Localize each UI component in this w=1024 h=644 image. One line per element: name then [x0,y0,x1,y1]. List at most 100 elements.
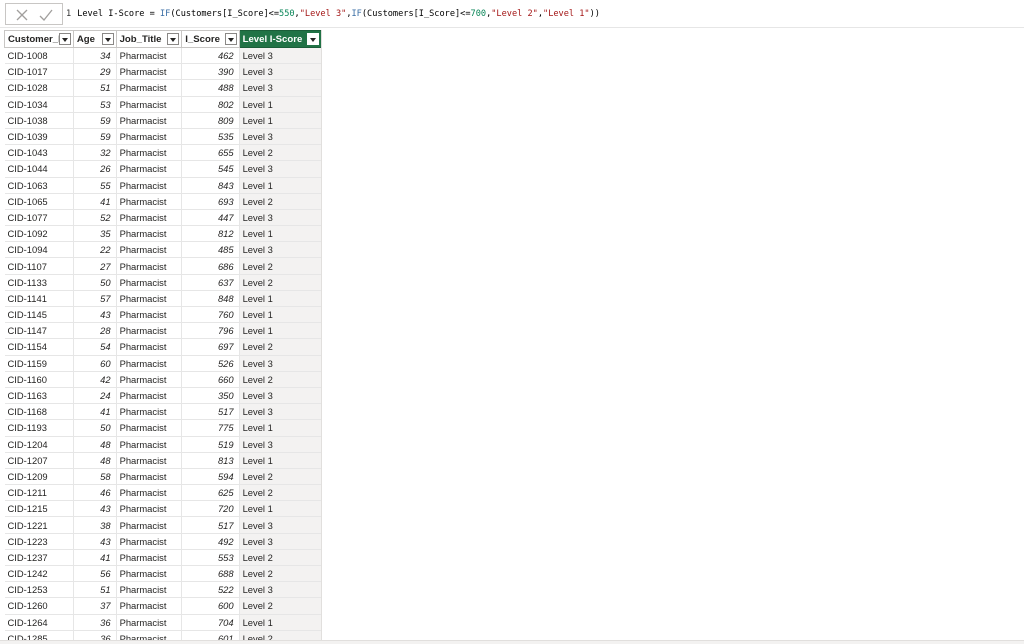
cell-i-score[interactable]: 600 [181,597,240,615]
cell-age[interactable]: 22 [73,241,117,259]
formula-editor[interactable]: 1 Level I-Score = IF(Customers[I_Score]<=… [66,6,1014,22]
cell-customer-id[interactable]: CID-1065 [4,193,74,210]
cell-job-title[interactable]: Pharmacist [116,306,183,324]
cell-level-i-score[interactable]: Level 2 [239,193,321,210]
cell-i-score[interactable]: 809 [181,112,240,129]
cell-age[interactable]: 34 [73,47,117,65]
cell-i-score[interactable]: 812 [181,225,240,243]
cell-age[interactable]: 60 [73,355,117,372]
cell-customer-id[interactable]: CID-1260 [4,597,74,615]
cell-job-title[interactable]: Pharmacist [116,419,183,437]
dropdown-filter-icon[interactable] [101,33,114,45]
table-row[interactable]: CID-1207 48 Pharmacist 813 Level 1 [4,452,321,469]
cell-job-title[interactable]: Pharmacist [116,403,183,421]
cell-i-score[interactable]: 447 [181,209,240,227]
cell-age[interactable]: 28 [73,322,117,340]
cell-customer-id[interactable]: CID-1264 [4,614,74,631]
cell-job-title[interactable]: Pharmacist [116,79,183,97]
cell-level-i-score[interactable]: Level 1 [239,290,321,308]
column-header-level-i-score[interactable]: Level I-Score [238,30,321,48]
table-row[interactable]: CID-1044 26 Pharmacist 545 Level 3 [4,160,321,178]
table-row[interactable]: CID-1039 59 Pharmacist 535 Level 3 [4,128,321,146]
cell-level-i-score[interactable]: Level 1 [239,500,321,518]
cell-customer-id[interactable]: CID-1163 [4,387,74,405]
cell-job-title[interactable]: Pharmacist [116,322,183,340]
cell-level-i-score[interactable]: Level 3 [239,63,321,81]
cell-age[interactable]: 51 [73,79,117,97]
cell-job-title[interactable]: Pharmacist [116,581,183,599]
cell-customer-id[interactable]: CID-1237 [4,549,74,567]
cell-i-score[interactable]: 517 [181,516,240,534]
cell-level-i-score[interactable]: Level 1 [239,96,321,113]
cell-i-score[interactable]: 760 [181,306,240,324]
cell-i-score[interactable]: 462 [181,47,240,65]
cell-customer-id[interactable]: CID-1028 [4,79,74,97]
cell-job-title[interactable]: Pharmacist [116,144,183,162]
cell-level-i-score[interactable]: Level 2 [239,274,321,291]
table-row[interactable]: CID-1038 59 Pharmacist 809 Level 1 [4,112,321,129]
cell-customer-id[interactable]: CID-1094 [4,241,74,259]
cell-customer-id[interactable]: CID-1207 [4,452,74,469]
cell-level-i-score[interactable]: Level 2 [239,257,321,275]
cell-age[interactable]: 59 [73,112,117,129]
cell-i-score[interactable]: 848 [181,290,240,308]
cell-level-i-score[interactable]: Level 1 [239,306,321,324]
cell-customer-id[interactable]: CID-1221 [4,516,74,534]
cell-level-i-score[interactable]: Level 1 [239,177,321,194]
cell-i-score[interactable]: 526 [181,355,240,372]
cell-customer-id[interactable]: CID-1193 [4,419,74,437]
table-row[interactable]: CID-1215 43 Pharmacist 720 Level 1 [4,500,321,518]
cell-i-score[interactable]: 843 [181,177,240,194]
cell-i-score[interactable]: 625 [181,484,240,502]
cell-customer-id[interactable]: CID-1092 [4,225,74,243]
cell-customer-id[interactable]: CID-1077 [4,209,74,227]
cell-level-i-score[interactable]: Level 2 [239,468,321,486]
cell-level-i-score[interactable]: Level 3 [239,209,321,227]
cell-level-i-score[interactable]: Level 3 [239,355,321,372]
cell-level-i-score[interactable]: Level 3 [239,516,321,534]
cell-i-score[interactable]: 519 [181,436,240,453]
cell-job-title[interactable]: Pharmacist [116,371,183,388]
cell-customer-id[interactable]: CID-1107 [4,257,74,275]
cell-job-title[interactable]: Pharmacist [116,128,183,146]
table-row[interactable]: CID-1193 50 Pharmacist 775 Level 1 [4,419,321,437]
cell-age[interactable]: 41 [73,403,117,421]
cell-level-i-score[interactable]: Level 3 [239,387,321,405]
dropdown-filter-icon[interactable] [58,33,71,45]
checkmark-icon[interactable] [38,7,54,23]
cell-customer-id[interactable]: CID-1154 [4,338,74,356]
cell-job-title[interactable]: Pharmacist [116,516,183,534]
cell-customer-id[interactable]: CID-1160 [4,371,74,388]
cell-level-i-score[interactable]: Level 2 [239,371,321,388]
table-row[interactable]: CID-1141 57 Pharmacist 848 Level 1 [4,290,321,308]
cell-job-title[interactable]: Pharmacist [116,355,183,372]
table-row[interactable]: CID-1154 54 Pharmacist 697 Level 2 [4,338,321,356]
cell-job-title[interactable]: Pharmacist [116,597,183,615]
cell-age[interactable]: 57 [73,290,117,308]
cell-customer-id[interactable]: CID-1043 [4,144,74,162]
cell-age[interactable]: 54 [73,338,117,356]
cell-age[interactable]: 37 [73,597,117,615]
cell-age[interactable]: 38 [73,516,117,534]
cell-i-score[interactable]: 796 [181,322,240,340]
table-row[interactable]: CID-1028 51 Pharmacist 488 Level 3 [4,79,321,97]
table-row[interactable]: CID-1221 38 Pharmacist 517 Level 3 [4,516,321,534]
cell-customer-id[interactable]: CID-1034 [4,96,74,113]
cell-level-i-score[interactable]: Level 1 [239,112,321,129]
cell-job-title[interactable]: Pharmacist [116,225,183,243]
table-row[interactable]: CID-1160 42 Pharmacist 660 Level 2 [4,371,321,388]
cell-level-i-score[interactable]: Level 3 [239,403,321,421]
cell-job-title[interactable]: Pharmacist [116,257,183,275]
cell-job-title[interactable]: Pharmacist [116,338,183,356]
table-row[interactable]: CID-1034 53 Pharmacist 802 Level 1 [4,96,321,113]
cell-job-title[interactable]: Pharmacist [116,274,183,291]
cell-level-i-score[interactable]: Level 3 [239,581,321,599]
cell-customer-id[interactable]: CID-1215 [4,500,74,518]
cell-customer-id[interactable]: CID-1141 [4,290,74,308]
cell-customer-id[interactable]: CID-1063 [4,177,74,194]
table-row[interactable]: CID-1237 41 Pharmacist 553 Level 2 [4,549,321,567]
cell-customer-id[interactable]: CID-1147 [4,322,74,340]
cell-job-title[interactable]: Pharmacist [116,468,183,486]
cell-age[interactable]: 41 [73,193,117,210]
cell-job-title[interactable]: Pharmacist [116,484,183,502]
